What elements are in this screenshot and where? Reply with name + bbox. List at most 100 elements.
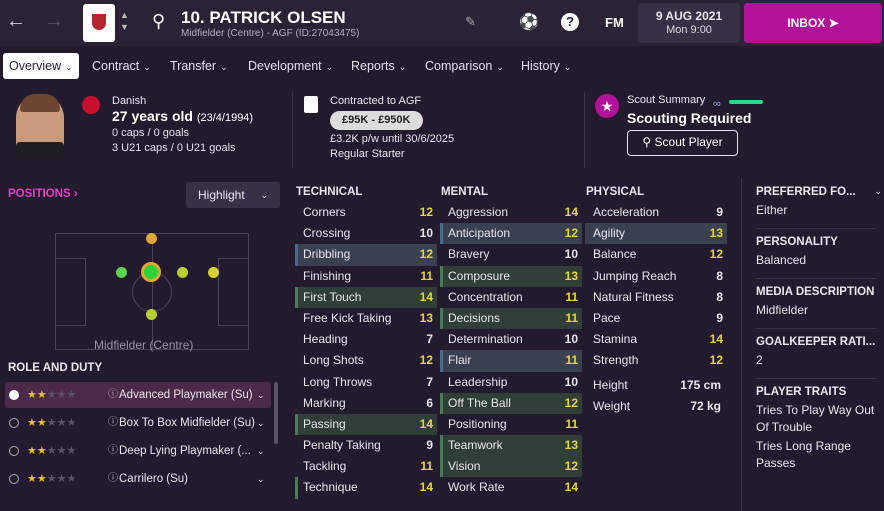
radio-button[interactable] [9, 446, 19, 456]
physical-column: PHYSICAL Acceleration 9 Agility 13 Balance 12… [585, 178, 727, 372]
fm-menu-button[interactable]: FM [605, 15, 624, 30]
chevron-down-icon[interactable]: ⌄ [257, 382, 265, 408]
value-badge[interactable]: £95K - £950K [330, 111, 423, 130]
forward-arrow-icon[interactable]: → [44, 10, 64, 33]
attribute-row[interactable]: Long Shots 12 [295, 350, 437, 371]
attribute-row[interactable]: Agility 13 [585, 223, 727, 245]
attribute-row[interactable]: Aggression 14 [440, 202, 582, 223]
club-crest-icon[interactable] [83, 4, 115, 42]
attribute-name: Free Kick Taking [303, 310, 392, 325]
attribute-row[interactable]: Leadership 10 [440, 372, 582, 393]
back-arrow-icon[interactable]: ← [6, 10, 26, 33]
personality-value: Balanced [756, 253, 807, 267]
chevron-down-icon[interactable]: ⌄ [257, 410, 265, 436]
tab-comparison[interactable]: Comparison ⌄ [419, 55, 510, 79]
role-item[interactable]: ★★★★★ ⓘ Deep Lying Playmaker (... ⌄ [5, 438, 271, 464]
attribute-row[interactable]: Balance 12 [585, 244, 727, 265]
attribute-row[interactable]: Vision 12 [440, 456, 582, 478]
attribute-row[interactable]: Free Kick Taking 13 [295, 308, 437, 329]
attribute-row[interactable]: Long Throws 7 [295, 372, 437, 393]
radio-button[interactable] [9, 390, 19, 400]
divider [292, 92, 293, 168]
attribute-row[interactable]: Off The Ball 12 [440, 392, 582, 414]
traits-block: PLAYER TRAITS Tries To Play Way Out Of Tr… [756, 386, 882, 472]
preferred-foot-value: Either [756, 203, 788, 217]
attribute-row[interactable]: Teamwork 13 [440, 435, 582, 457]
attribute-row[interactable]: Pace 9 [585, 308, 727, 329]
attribute-value: 10 [419, 226, 433, 241]
role-item[interactable]: ★★★★★ ⓘ Carrilero (Su) ⌄ [5, 466, 271, 492]
goalkeeper-rating-block: GOALKEEPER RATI... 2 [756, 336, 882, 369]
attribute-row[interactable]: Technique 14 [295, 477, 437, 499]
traits-title: PLAYER TRAITS [756, 386, 847, 398]
role-item[interactable]: ★★★★★ ⓘ Box To Box Midfielder (Su) ⌄ [5, 410, 271, 436]
attribute-row[interactable]: Crossing 10 [295, 223, 437, 244]
tab-history[interactable]: History ⌄ [515, 55, 577, 79]
preferred-foot-block[interactable]: PREFERRED FO... ⌄ Either [756, 186, 882, 219]
date-display[interactable]: 9 AUG 2021 Mon 9:00 [638, 3, 740, 43]
player-switch-arrows[interactable]: ▲ ▼ [120, 9, 129, 33]
attribute-row[interactable]: Finishing 11 [295, 266, 437, 287]
attribute-row[interactable]: Determination 10 [440, 329, 582, 350]
attribute-row[interactable]: Decisions 11 [440, 307, 582, 330]
tab-development[interactable]: Development ⌄ [242, 55, 339, 79]
attribute-row[interactable]: Heading 7 [295, 329, 437, 350]
chevron-down-icon[interactable]: ⌄ [874, 186, 882, 197]
chevron-down-icon[interactable]: ⌄ [257, 438, 265, 464]
attribute-row[interactable]: Bravery 10 [440, 244, 582, 265]
attribute-row[interactable]: Penalty Taking 9 [295, 435, 437, 456]
trait-item[interactable]: Tries Long Range Passes [756, 438, 882, 472]
attribute-row[interactable]: Tackling 11 [295, 456, 437, 477]
trait-item[interactable]: Tries To Play Way Out Of Trouble [756, 402, 882, 436]
info-icon[interactable]: ⓘ [108, 438, 118, 464]
positions-title[interactable]: POSITIONS › [8, 188, 78, 200]
radio-button[interactable] [9, 418, 19, 428]
tab-overview[interactable]: Overview ⌄ [3, 53, 79, 79]
search-icon[interactable]: ⚲ [152, 11, 165, 32]
info-icon[interactable]: ⓘ [108, 466, 118, 492]
attribute-row[interactable]: Natural Fitness 8 [585, 287, 727, 308]
help-icon[interactable]: ? [561, 13, 579, 31]
divider [756, 228, 876, 229]
attribute-row[interactable]: Passing 14 [295, 413, 437, 436]
pencil-icon[interactable]: ✎ [465, 14, 476, 30]
attribute-row[interactable]: Flair 11 [440, 350, 582, 372]
radio-button[interactable] [9, 474, 19, 484]
goalkeeper-rating-value: 2 [756, 353, 763, 367]
attribute-row[interactable]: Marking 6 [295, 393, 437, 414]
attribute-row[interactable]: First Touch 14 [295, 286, 437, 308]
divider [756, 278, 876, 279]
attribute-row[interactable]: Work Rate 14 [440, 477, 582, 498]
highlight-dropdown[interactable]: Highlight ⌄ [186, 182, 280, 208]
attribute-row[interactable]: Corners 12 [295, 202, 437, 223]
info-icon[interactable]: ⓘ [108, 382, 118, 408]
attribute-row[interactable]: Anticipation 12 [440, 223, 582, 245]
chevron-down-icon[interactable]: ⌄ [257, 466, 265, 492]
denmark-flag-icon [82, 96, 100, 114]
attribute-row[interactable]: Composure 13 [440, 265, 582, 287]
scout-player-button[interactable]: ⚲ Scout Player [627, 130, 738, 156]
attribute-row[interactable]: Concentration 11 [440, 287, 582, 308]
attribute-name: Composure [448, 268, 511, 283]
attribute-row[interactable]: Strength 12 [585, 350, 727, 371]
inbox-button[interactable]: INBOX ➤ [744, 3, 882, 43]
divider [584, 92, 585, 168]
attribute-row[interactable]: Acceleration 9 [585, 202, 727, 223]
attribute-row[interactable]: Positioning 11 [440, 414, 582, 435]
attribute-name: Long Throws [303, 374, 373, 389]
scrollbar[interactable] [274, 382, 278, 444]
attribute-row[interactable]: Dribbling 12 [295, 244, 437, 266]
attribute-row[interactable]: Stamina 14 [585, 329, 727, 350]
tab-label: History [521, 59, 560, 73]
attribute-row[interactable]: Jumping Reach 8 [585, 266, 727, 287]
ball-icon[interactable]: ⚽ [519, 12, 539, 32]
tab-contract[interactable]: Contract ⌄ [86, 55, 157, 79]
role-stars: ★★★★★ [27, 417, 77, 429]
tab-reports[interactable]: Reports ⌄ [345, 55, 412, 79]
chevron-down-icon: ⌄ [325, 62, 334, 72]
attribute-value: 11 [565, 353, 578, 368]
tab-transfer[interactable]: Transfer ⌄ [164, 55, 234, 79]
info-icon[interactable]: ⓘ [108, 410, 118, 436]
attribute-name: Flair [448, 353, 472, 368]
role-item[interactable]: ★★★★★ ⓘ Advanced Playmaker (Su) ⌄ [5, 382, 271, 408]
